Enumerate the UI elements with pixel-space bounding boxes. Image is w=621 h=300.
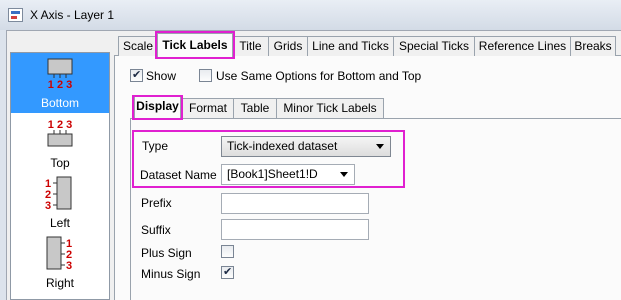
dataset-name-combo[interactable]: [Book1]Sheet1!D bbox=[221, 164, 355, 185]
tab-special-ticks[interactable]: Special Ticks bbox=[393, 36, 475, 56]
prefix-label: Prefix bbox=[141, 196, 172, 210]
suffix-input[interactable] bbox=[221, 219, 369, 240]
check-icon: ✔ bbox=[132, 69, 142, 81]
axis-item-label: Top bbox=[50, 156, 70, 170]
axis-item-bottom[interactable]: 1 2 3 Bottom bbox=[11, 53, 109, 113]
same-options-label: Use Same Options for Bottom and Top bbox=[216, 69, 422, 83]
tab-display[interactable]: Display bbox=[134, 96, 181, 119]
right-tick-label-3: 3 bbox=[66, 260, 72, 272]
type-label: Type bbox=[142, 139, 169, 153]
bottom-axis-icon: 1 2 3 bbox=[47, 58, 73, 91]
axis-item-label: Bottom bbox=[40, 96, 79, 110]
tab-scale[interactable]: Scale bbox=[118, 36, 158, 56]
right-axis-icon: 1 2 3 bbox=[46, 236, 72, 272]
bottom-tick-labels: 1 2 3 bbox=[48, 79, 72, 91]
same-options-checkbox[interactable] bbox=[199, 69, 212, 82]
check-icon: ✔ bbox=[223, 266, 233, 278]
tab-title[interactable]: Title bbox=[232, 36, 269, 56]
chevron-down-icon bbox=[340, 172, 348, 177]
tab-reference-lines[interactable]: Reference Lines bbox=[474, 36, 571, 56]
plus-sign-label: Plus Sign bbox=[141, 246, 192, 260]
axis-item-label: Left bbox=[49, 216, 70, 230]
top-axis-icon: 1 2 3 bbox=[47, 119, 73, 147]
axis-item-right[interactable]: 1 2 3 Right bbox=[11, 233, 109, 293]
prefix-input[interactable] bbox=[221, 193, 369, 214]
app-icon bbox=[8, 8, 23, 22]
type-select[interactable]: Tick-indexed dataset bbox=[221, 136, 391, 157]
minus-sign-checkbox[interactable]: ✔ bbox=[221, 266, 234, 279]
plus-sign-checkbox[interactable] bbox=[221, 245, 234, 258]
tab-grids[interactable]: Grids bbox=[268, 36, 308, 56]
axis-item-left[interactable]: 1 2 3 Left bbox=[11, 173, 109, 233]
axis-item-top[interactable]: 1 2 3 Top bbox=[11, 113, 109, 173]
show-label: Show bbox=[146, 69, 177, 83]
window-title: X Axis - Layer 1 bbox=[30, 8, 115, 22]
minus-sign-label: Minus Sign bbox=[141, 267, 201, 281]
tab-line-and-ticks[interactable]: Line and Ticks bbox=[307, 36, 394, 56]
tab-table[interactable]: Table bbox=[233, 98, 277, 118]
title-bar: X Axis - Layer 1 bbox=[0, 0, 621, 30]
top-tick-labels: 1 2 3 bbox=[48, 119, 72, 131]
type-select-value: Tick-indexed dataset bbox=[227, 139, 338, 153]
tab-minor-tick-labels[interactable]: Minor Tick Labels bbox=[276, 98, 384, 118]
tab-breaks[interactable]: Breaks bbox=[570, 36, 616, 56]
dataset-name-value: [Book1]Sheet1!D bbox=[227, 167, 318, 181]
axis-list[interactable]: 1 2 3 Bottom 1 2 3 Top 1 2 3 Left 1 2 3 … bbox=[10, 52, 110, 300]
tab-tick-labels[interactable]: Tick Labels bbox=[157, 33, 233, 57]
left-axis-icon: 1 2 3 bbox=[45, 176, 72, 212]
dataset-name-label: Dataset Name bbox=[140, 168, 217, 182]
show-checkbox[interactable]: ✔ bbox=[130, 69, 143, 82]
axis-item-label: Right bbox=[45, 276, 74, 290]
left-tick-label-3: 3 bbox=[45, 200, 51, 212]
chevron-down-icon bbox=[376, 144, 384, 149]
suffix-label: Suffix bbox=[141, 223, 171, 237]
tab-format[interactable]: Format bbox=[182, 98, 234, 118]
